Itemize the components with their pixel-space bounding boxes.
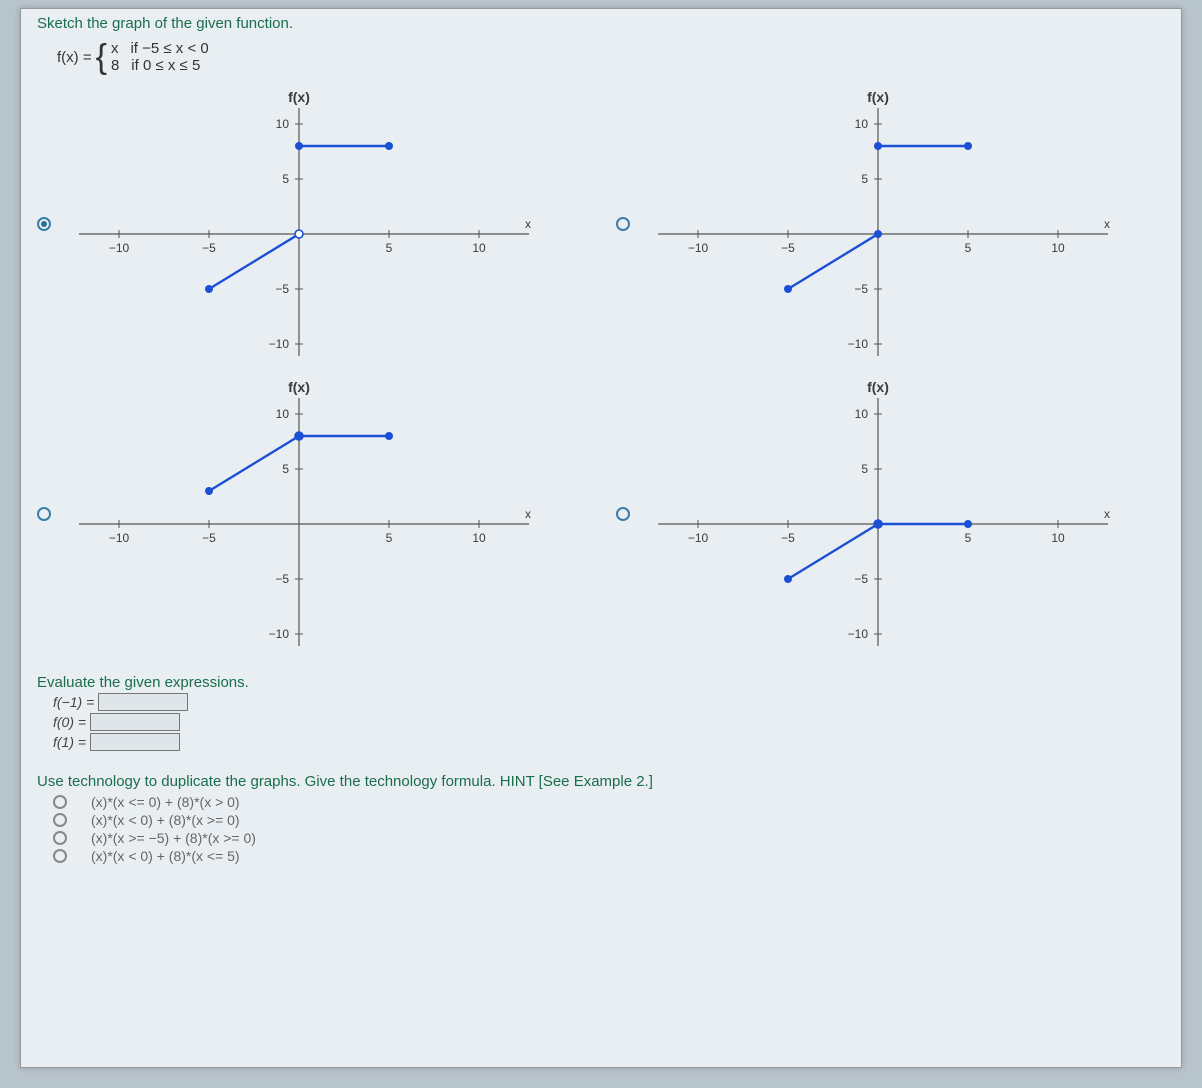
graph-option-C[interactable]: f(x) x −10 −5 5 10 10 5 −5 −10 [37,374,586,654]
question-card: Sketch the graph of the given function. … [20,8,1182,1068]
graph-A: f(x) x −10 −5 5 10 10 5 −5 −10 [69,84,539,364]
graph-option-B[interactable]: f(x) x −10 −5 5 10 10 5 −5 −10 [616,84,1165,364]
radio-icon[interactable] [37,217,51,231]
tech-option[interactable]: (x)*(x >= −5) + (8)*(x >= 0) [53,830,1165,846]
eval-label: f(1) = [53,734,86,750]
svg-text:f(x): f(x) [288,379,310,395]
function-definition: f(x) = { x if −5 ≤ x < 0 8 if 0 ≤ x ≤ 5 [57,40,1165,74]
svg-text:x: x [1104,217,1110,231]
radio-icon[interactable] [53,831,67,845]
radio-icon[interactable] [37,507,51,521]
svg-text:−10: −10 [109,531,130,545]
radio-icon[interactable] [53,849,67,863]
eval-row: f(1) = [53,733,1165,751]
eval-input-1[interactable] [90,713,180,731]
svg-text:5: 5 [386,531,393,545]
tech-option-label: (x)*(x >= −5) + (8)*(x >= 0) [91,830,256,846]
radio-icon[interactable] [53,795,67,809]
tech-option-label: (x)*(x < 0) + (8)*(x <= 5) [91,848,240,864]
graph-option-D[interactable]: f(x) x −10 −5 5 10 10 5 −5 −10 [616,374,1165,654]
svg-text:10: 10 [472,531,486,545]
svg-text:5: 5 [386,241,393,255]
svg-text:10: 10 [472,241,486,255]
svg-text:5: 5 [965,531,972,545]
tech-option[interactable]: (x)*(x <= 0) + (8)*(x > 0) [53,794,1165,810]
svg-text:5: 5 [861,172,868,186]
svg-text:−5: −5 [202,241,216,255]
svg-text:−10: −10 [688,531,709,545]
svg-text:−10: −10 [269,337,290,351]
graph-options: f(x) x −10 −5 5 10 10 5 −5 −10 f(x) x −10 −5 5 10 1… [37,84,1165,654]
svg-text:−10: −10 [109,241,130,255]
tech-option[interactable]: (x)*(x < 0) + (8)*(x >= 0) [53,812,1165,828]
evaluate-heading: Evaluate the given expressions. [37,674,1165,691]
case-val: x [111,40,119,57]
graph-D: f(x) x −10 −5 5 10 10 5 −5 −10 [648,374,1118,654]
svg-text:5: 5 [965,241,972,255]
svg-text:−5: −5 [275,282,289,296]
eval-row: f(0) = [53,713,1165,731]
svg-text:5: 5 [282,172,289,186]
svg-text:−10: −10 [269,627,290,641]
tech-option-label: (x)*(x < 0) + (8)*(x >= 0) [91,812,240,828]
graph-C: f(x) x −10 −5 5 10 10 5 −5 −10 [69,374,539,654]
technology-options: (x)*(x <= 0) + (8)*(x > 0) (x)*(x < 0) +… [53,794,1165,864]
svg-text:x: x [525,507,531,521]
fn-lhs: f(x) = [57,49,92,66]
radio-icon[interactable] [53,813,67,827]
svg-text:f(x): f(x) [867,89,889,105]
svg-text:−5: −5 [202,531,216,545]
svg-text:5: 5 [861,462,868,476]
radio-icon[interactable] [616,507,630,521]
svg-text:10: 10 [855,407,869,421]
svg-text:−5: −5 [854,572,868,586]
svg-text:−10: −10 [688,241,709,255]
svg-text:10: 10 [276,407,290,421]
eval-input-2[interactable] [90,733,180,751]
svg-text:f(x): f(x) [288,89,310,105]
case-val: 8 [111,57,119,74]
svg-text:10: 10 [276,117,290,131]
fn-cases: x if −5 ≤ x < 0 8 if 0 ≤ x ≤ 5 [111,40,209,74]
radio-icon[interactable] [616,217,630,231]
svg-text:−5: −5 [781,241,795,255]
evaluate-rows: f(−1) = f(0) = f(1) = [37,693,1165,751]
svg-text:−10: −10 [848,627,869,641]
svg-text:5: 5 [282,462,289,476]
case-cond: if 0 ≤ x ≤ 5 [131,57,200,74]
svg-text:10: 10 [1051,241,1065,255]
svg-text:x: x [525,217,531,231]
graph-option-A[interactable]: f(x) x −10 −5 5 10 10 5 −5 −10 [37,84,586,364]
svg-text:10: 10 [1051,531,1065,545]
tech-option[interactable]: (x)*(x < 0) + (8)*(x <= 5) [53,848,1165,864]
eval-label: f(−1) = [53,694,94,710]
technology-heading: Use technology to duplicate the graphs. … [37,773,1165,790]
eval-row: f(−1) = [53,693,1165,711]
graph-B: f(x) x −10 −5 5 10 10 5 −5 −10 [648,84,1118,364]
eval-label: f(0) = [53,714,86,730]
tech-option-label: (x)*(x <= 0) + (8)*(x > 0) [91,794,240,810]
svg-text:x: x [1104,507,1110,521]
svg-text:−10: −10 [848,337,869,351]
svg-text:f(x): f(x) [867,379,889,395]
case-cond: if −5 ≤ x < 0 [130,40,208,57]
eval-input-0[interactable] [98,693,188,711]
svg-text:−5: −5 [781,531,795,545]
question-prompt: Sketch the graph of the given function. [37,15,1165,32]
svg-text:10: 10 [855,117,869,131]
svg-text:−5: −5 [275,572,289,586]
brace-icon: { [96,40,107,74]
svg-text:−5: −5 [854,282,868,296]
